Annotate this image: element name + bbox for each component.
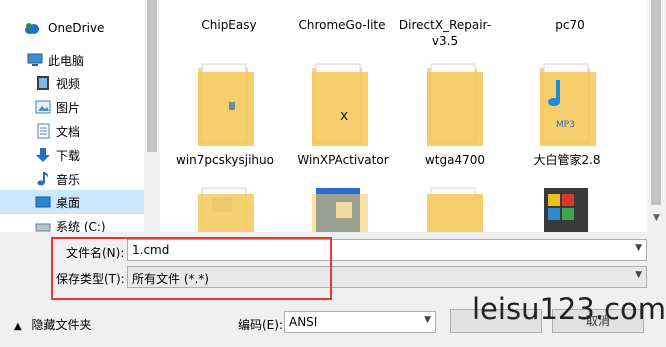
folder-icon[interactable] — [538, 186, 596, 232]
scrollbar-thumb[interactable] — [651, 0, 661, 205]
download-arrow-icon — [35, 147, 51, 163]
sidebar-item-music[interactable]: 音乐 — [0, 167, 144, 191]
file-item[interactable]: ChromeGo-lite — [287, 17, 397, 33]
file-item[interactable]: pc70 — [515, 17, 625, 33]
folder-icon[interactable] — [425, 62, 483, 146]
sidebar-item-label: 下载 — [56, 148, 81, 163]
folder-icon[interactable]: x — [310, 62, 368, 146]
scroll-down-arrow-icon[interactable]: ▼ — [647, 210, 666, 227]
file-name: ChromeGo-lite — [298, 18, 386, 32]
encoding-label: 编码(E): — [238, 318, 283, 332]
hide-folders-label: 隐藏文件夹 — [31, 318, 92, 332]
sidebar-item-documents[interactable]: 文档 — [0, 119, 144, 143]
hide-folders-toggle[interactable]: ▲ 隐藏文件夹 — [14, 316, 92, 333]
sidebar-item-label: 桌面 — [56, 195, 81, 210]
folder-icon[interactable] — [425, 186, 483, 232]
highlight-box — [51, 237, 332, 300]
file-name: WinXPActivator — [297, 153, 389, 167]
file-item[interactable]: win7pcskysjihuo — [170, 152, 280, 168]
file-name: wtga4700 — [424, 153, 486, 167]
folder-icon[interactable] — [196, 62, 254, 146]
chevron-down-icon[interactable]: ▼ — [424, 315, 431, 325]
encoding-select[interactable]: ANSI ▼ — [284, 311, 436, 333]
scrollbar-thumb[interactable] — [147, 0, 157, 152]
sidebar-item-pictures[interactable]: 图片 — [0, 95, 144, 119]
sidebar-item-label: 文档 — [56, 124, 81, 139]
file-list-view: ChipEasy ChromeGo-lite DirectX_Repair-v3… — [160, 0, 647, 232]
picture-icon — [35, 99, 51, 115]
file-list-scrollbar[interactable]: ▼ — [647, 0, 666, 232]
file-name: DirectX_Repair-v3.5 — [398, 18, 492, 48]
sidebar-item-onedrive[interactable]: OneDrive — [0, 16, 144, 40]
file-name: ChipEasy — [201, 18, 257, 32]
sidebar-item-label: 音乐 — [56, 172, 81, 187]
folder-icon[interactable] — [196, 186, 254, 232]
svg-text:x: x — [340, 108, 348, 124]
desktop-icon — [35, 194, 51, 210]
file-name: win7pcskysjihuo — [176, 153, 274, 167]
navigation-pane: OneDrive 此电脑 视频 图片 文档 下载 音乐 桌面 系统 (C:) — [0, 0, 144, 234]
sidebar-item-label: 图片 — [56, 100, 81, 115]
chevron-down-icon[interactable]: ▼ — [635, 270, 642, 280]
video-icon — [35, 75, 51, 91]
file-item[interactable]: wtga4700 — [400, 152, 510, 168]
folder-icon[interactable] — [310, 186, 368, 232]
sidebar-item-label: 此电脑 — [48, 53, 85, 68]
computer-icon — [27, 52, 43, 68]
file-item[interactable]: WinXPActivator — [288, 152, 398, 168]
sidebar-item-label: 视频 — [56, 76, 81, 91]
navigation-scrollbar[interactable] — [144, 0, 160, 232]
encoding-value: ANSI — [289, 315, 318, 329]
file-item[interactable]: 大白管家2.8 — [512, 152, 622, 168]
chevron-down-icon[interactable]: ▼ — [635, 243, 642, 253]
file-name: 大白管家2.8 — [533, 153, 601, 167]
onedrive-cloud-icon — [24, 20, 40, 36]
sidebar-item-videos[interactable]: 视频 — [0, 71, 144, 95]
file-name: pc70 — [555, 18, 585, 32]
chevron-up-icon: ▲ — [14, 321, 22, 332]
document-icon — [35, 123, 51, 139]
svg-text:MP3: MP3 — [556, 120, 575, 130]
watermark: leisu123.com — [472, 292, 666, 326]
sidebar-item-desktop[interactable]: 桌面 — [0, 190, 144, 214]
file-item[interactable]: DirectX_Repair-v3.5 — [390, 17, 500, 49]
music-note-icon — [35, 171, 51, 187]
sidebar-item-downloads[interactable]: 下载 — [0, 143, 144, 167]
sidebar-item-label: OneDrive — [48, 21, 105, 35]
sidebar-item-this-pc[interactable]: 此电脑 — [0, 48, 144, 72]
file-item[interactable]: ChipEasy — [174, 17, 284, 33]
folder-icon[interactable]: MP3 — [538, 62, 596, 146]
